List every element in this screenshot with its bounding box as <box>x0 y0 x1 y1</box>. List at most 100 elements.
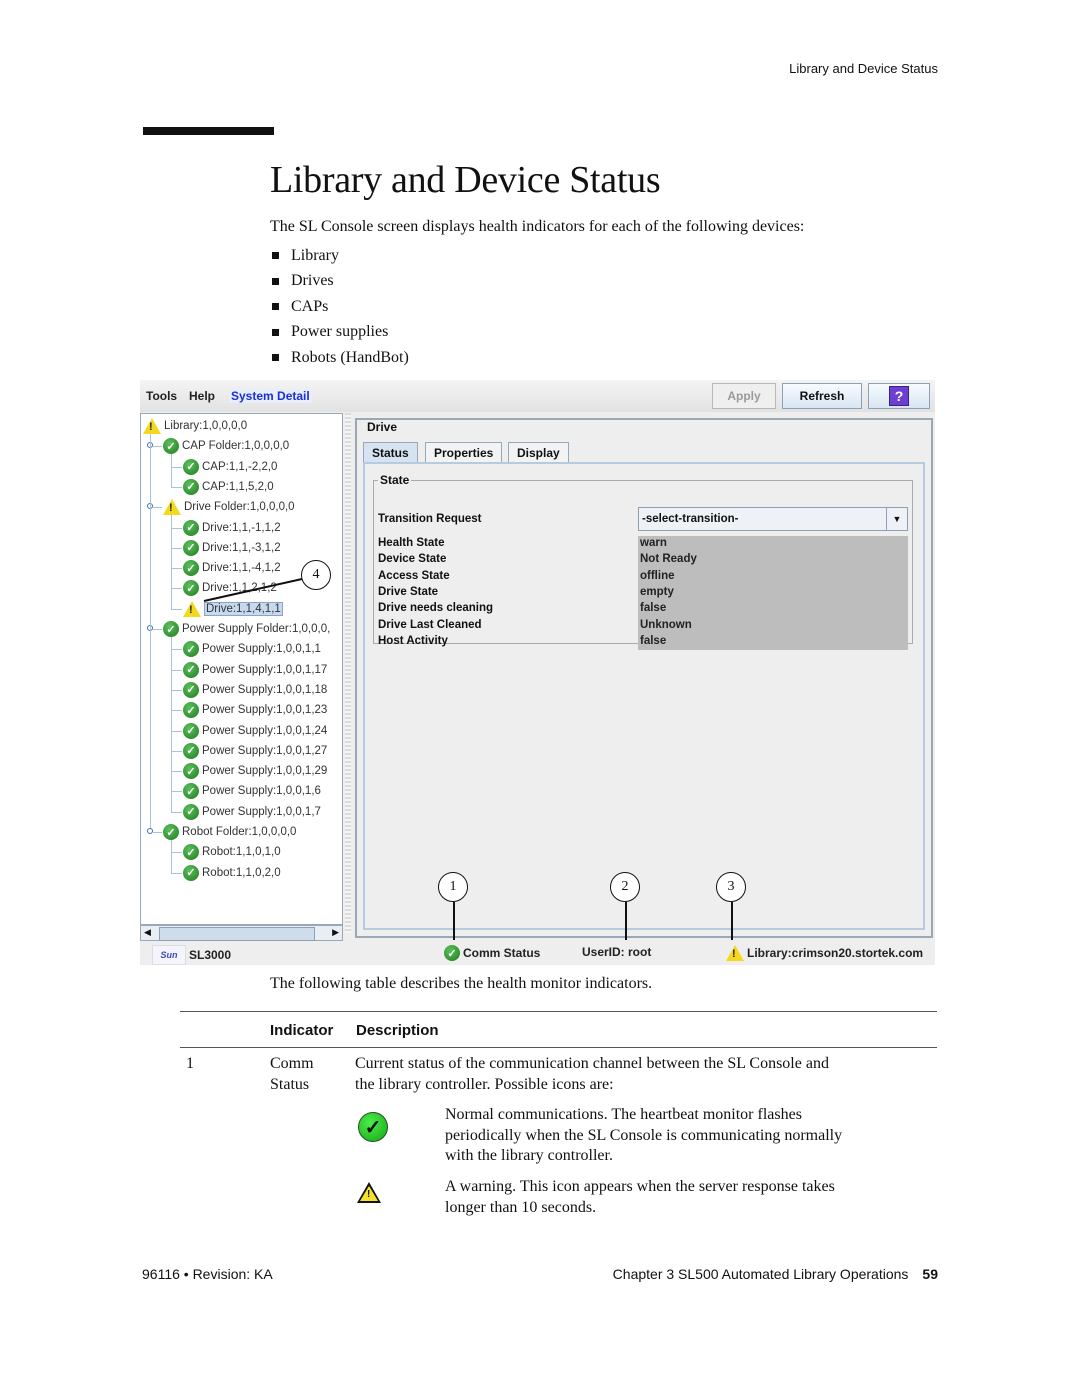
state-label: Drive Last Cleaned <box>378 618 482 631</box>
sun-logo-icon: Sun <box>152 945 186 965</box>
comm-status-label: Comm Status <box>463 946 541 960</box>
status-ok-icon: ✓ <box>183 783 199 800</box>
header-indicator: Indicator <box>270 1022 334 1039</box>
tree-node[interactable]: ✓ Drive:1,1,-1,1,2 <box>183 518 281 538</box>
help-button[interactable]: ? <box>868 383 930 409</box>
tree-node-label: Power Supply:1,0,0,1,18 <box>202 683 328 696</box>
list-item: Library <box>272 243 409 269</box>
callout-3: 3 <box>716 872 746 902</box>
tree-node[interactable]: ✓ CAP Folder:1,0,0,0,0 <box>163 436 289 456</box>
status-ok-icon: ✓ <box>163 824 179 840</box>
tree-node[interactable]: ✓ Robot:1,1,0,1,0 <box>183 842 281 862</box>
tree-expander-icon[interactable] <box>147 828 153 834</box>
tree-node[interactable]: ✓ Drive:1,1,-3,1,2 <box>183 538 281 558</box>
tree-node-label: Power Supply:1,0,0,1,29 <box>202 765 328 778</box>
scroll-thumb[interactable] <box>159 927 315 941</box>
tree-node-label: Robot Folder:1,0,0,0,0 <box>182 826 297 838</box>
tree-node-label: CAP Folder:1,0,0,0,0 <box>182 440 290 453</box>
tree-node-label: Power Supply:1,0,0,1,24 <box>202 724 328 737</box>
bullet-icon <box>272 303 279 311</box>
scroll-right-icon[interactable]: ▶ <box>332 927 339 938</box>
state-value: false <box>640 634 667 647</box>
tree-node[interactable]: ✓ Power Supply:1,0,0,1,29 <box>183 761 327 781</box>
status-warning-icon: ! <box>163 499 181 516</box>
menu-help[interactable]: Help <box>189 389 215 403</box>
menu-tools[interactable]: Tools <box>146 389 177 403</box>
tree-node[interactable]: ! Library:1,0,0,0,0 <box>143 416 247 436</box>
split-pane-divider[interactable] <box>345 413 351 933</box>
tree-node-label: Power Supply:1,0,0,1,27 <box>202 744 328 757</box>
page-title: Library and Device Status <box>270 159 661 201</box>
tree-node[interactable]: ✓ Power Supply Folder:1,0,0,0, <box>163 619 330 639</box>
row-number: 1 <box>186 1055 194 1072</box>
status-ok-icon: ✓ <box>163 438 179 455</box>
running-head: Library and Device Status <box>789 61 938 76</box>
state-value: false <box>640 602 667 615</box>
tree-node-label: Robot:1,1,0,2,0 <box>202 866 281 879</box>
state-label: Drive State <box>378 585 439 598</box>
status-ok-icon: ✓ <box>183 560 199 577</box>
tree-node[interactable]: ✓ CAP:1,1,-2,2,0 <box>183 457 277 477</box>
refresh-button[interactable]: Refresh <box>782 383 862 409</box>
status-ok-icon: ✓ <box>183 844 199 861</box>
indicator-description: Current status of the communication chan… <box>355 1055 829 1093</box>
callout-4: 4 <box>301 560 331 590</box>
tree-node-label: Power Supply:1,0,0,1,17 <box>202 663 328 676</box>
menu-system-detail[interactable]: System Detail <box>229 389 312 403</box>
bullet-icon <box>272 277 279 285</box>
tree-node[interactable]: ✓ Power Supply:1,0,0,1,24 <box>183 721 327 741</box>
scroll-left-icon[interactable]: ◀ <box>144 927 151 938</box>
tree-node[interactable]: ✓ Robot:1,1,0,2,0 <box>183 863 281 883</box>
tree-node-label: CAP:1,1,5,2,0 <box>202 480 274 493</box>
status-bar: Sun SL3000 ✓ Comm Status UserID: root ! … <box>140 940 935 965</box>
footer-revision: 96116 • Revision: KA <box>142 1266 273 1282</box>
tree-node[interactable]: ✓ CAP:1,1,5,2,0 <box>183 477 274 497</box>
tree-node[interactable]: ! Drive Folder:1,0,0,0,0 <box>163 497 295 517</box>
state-value: offline <box>640 569 675 582</box>
chevron-down-icon[interactable]: ▼ <box>886 508 907 530</box>
state-label: Access State <box>378 569 450 582</box>
product-name: SL3000 <box>189 948 232 962</box>
status-ok-icon: ✓ <box>163 621 179 637</box>
state-value: Not Ready <box>640 553 697 566</box>
bullet-icon <box>272 252 279 260</box>
list-item: Drives <box>272 269 409 295</box>
tree-node-label: Power Supply:1,0,0,1,1 <box>202 643 321 656</box>
tree-node[interactable]: ✓ Power Supply:1,0,0,1,17 <box>183 660 327 680</box>
sl-console-screenshot: Tools Help System Detail Apply Refresh ?… <box>140 380 935 965</box>
tree-node-label: Robot:1,1,0,1,0 <box>202 846 281 859</box>
state-value: warn <box>640 537 667 549</box>
status-ok-icon: ✓ <box>183 580 199 597</box>
tree-node-label: Drive:1,1,-3,1,2 <box>202 541 281 554</box>
apply-button[interactable]: Apply <box>712 383 776 409</box>
indicator-name: Comm Status <box>270 1055 314 1093</box>
tree-node-label: Drive:1,1,-1,1,2 <box>202 521 281 534</box>
status-ok-icon: ✓ <box>183 478 199 495</box>
tree-node[interactable]: ✓ Power Supply:1,0,0,1,7 <box>183 802 321 822</box>
transition-request-select[interactable]: -select-transition- ▼ <box>638 507 908 531</box>
tab-display[interactable]: Display <box>508 442 569 463</box>
page-number: 59 <box>922 1266 938 1282</box>
intro-paragraph: The SL Console screen displays health in… <box>270 218 805 235</box>
status-ok-icon: ✓ <box>183 519 199 536</box>
tree-horizontal-scrollbar[interactable]: ◀ ▶ <box>140 925 343 941</box>
transition-request-label: Transition Request <box>378 513 482 525</box>
status-warning-icon: ! <box>183 600 201 617</box>
table-header-rule <box>180 1047 937 1048</box>
tree-node[interactable]: ✓ Power Supply:1,0,0,1,23 <box>183 700 327 720</box>
tree-node-label: CAP:1,1,-2,2,0 <box>202 460 278 473</box>
tree-node[interactable]: ✓ Power Supply:1,0,0,1,27 <box>183 741 327 761</box>
list-item: Power supplies <box>272 320 409 346</box>
tree-node[interactable]: ✓ Power Supply:1,0,0,1,6 <box>183 781 321 801</box>
list-item: Robots (HandBot) <box>272 345 409 371</box>
library-warning-icon: ! <box>726 945 744 961</box>
tree-node[interactable]: ✓ Power Supply:1,0,0,1,18 <box>183 680 327 700</box>
tree-node-label: Power Supply Folder:1,0,0,0, <box>182 623 331 635</box>
tab-status[interactable]: Status <box>363 442 418 463</box>
status-ok-icon: ✓ <box>183 661 199 678</box>
footer-chapter: Chapter 3 SL500 Automated Library Operat… <box>612 1266 938 1282</box>
tree-node[interactable]: ✓ Power Supply:1,0,0,1,1 <box>183 639 321 659</box>
tab-properties[interactable]: Properties <box>425 442 503 463</box>
tree-node-label: Power Supply:1,0,0,1,23 <box>202 704 328 717</box>
tree-node[interactable]: ✓ Robot Folder:1,0,0,0,0 <box>163 822 296 842</box>
